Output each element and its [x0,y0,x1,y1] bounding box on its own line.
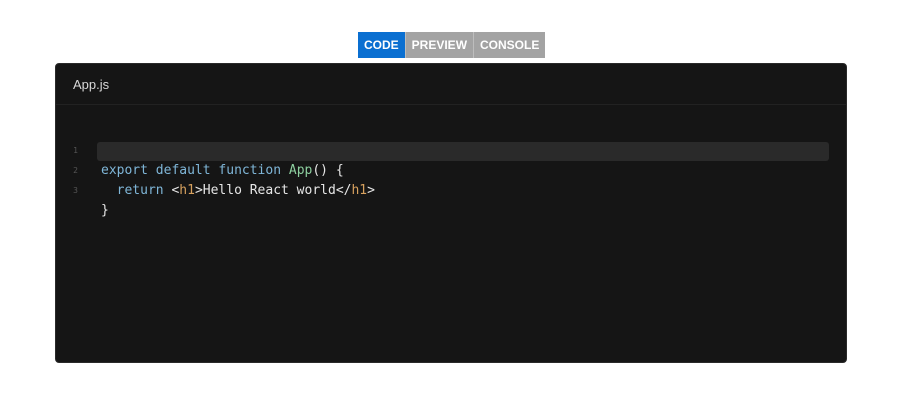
tab-console[interactable]: CONSOLE [474,32,546,58]
view-tabs: CODE PREVIEW CONSOLE [358,32,546,58]
code-line-active[interactable]: 2 return <h1>Hello React world</h1> [56,141,846,198]
code-token: h1 [179,183,195,198]
code-line[interactable]: 3 } [56,161,846,218]
code-token: >Hello React world</ [194,183,352,198]
code-editor[interactable]: App.js 1 export default function App() {… [55,63,847,363]
code-token: return [116,183,164,198]
file-name: App.js [56,64,846,105]
line-content: return <h1>Hello React world</h1> [101,181,375,201]
code-token: h1 [351,183,368,198]
line-number: 3 [73,186,78,195]
code-area[interactable]: 1 export default function App() { 2 retu… [56,121,846,218]
code-line[interactable]: 1 export default function App() { [56,121,846,178]
tab-preview[interactable]: PREVIEW [405,32,475,58]
code-token: > [367,183,375,198]
line-content: } [101,201,109,221]
tab-code[interactable]: CODE [358,32,406,58]
code-token: } [101,203,109,218]
